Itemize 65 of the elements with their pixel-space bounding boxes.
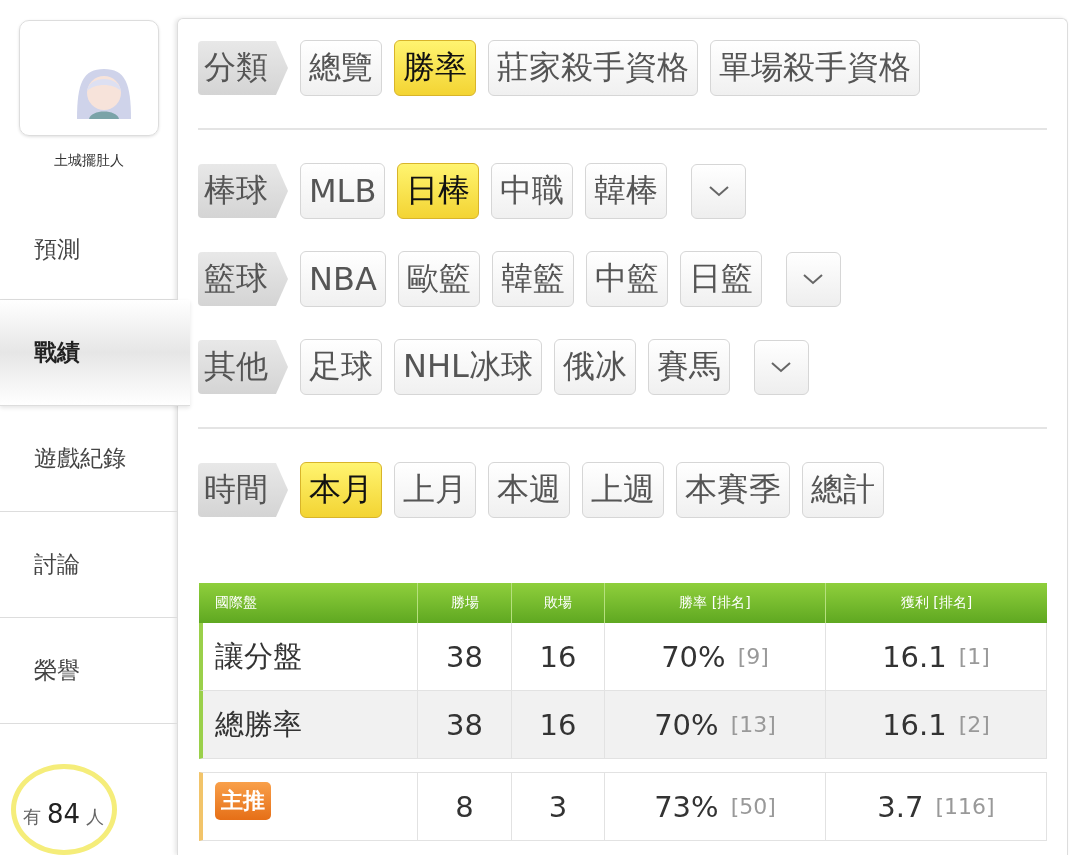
filter-chip[interactable]: 上週 (582, 462, 664, 518)
win-rate: 70% (654, 707, 719, 742)
chevron-down-icon (802, 273, 825, 285)
rank-text: [116] (935, 794, 995, 819)
profit-value: 16.1 (882, 639, 947, 674)
nav-item[interactable]: 討論 (0, 511, 177, 618)
filter-label: 分類 (198, 41, 288, 95)
filter-chip[interactable]: 本月 (300, 462, 382, 518)
nav-item[interactable]: 預測 (0, 199, 177, 300)
filter-chip[interactable]: 賽馬 (647, 339, 730, 395)
counter-value: 84 (46, 798, 81, 829)
filter-label: 棒球 (198, 164, 288, 218)
row-label: 總勝率 (215, 705, 302, 743)
filter-chip[interactable]: 歐籃 (397, 251, 480, 307)
nav-item[interactable]: 戰績 (0, 299, 190, 406)
filter-chip[interactable]: 莊家殺手資格 (488, 40, 698, 96)
rank-text: [50] (730, 794, 776, 819)
featured-badge: 主推 (215, 781, 271, 820)
filter-label: 籃球 (198, 252, 288, 306)
dropdown-button[interactable] (753, 339, 809, 395)
filter-chip[interactable]: 日棒 (397, 163, 480, 219)
dropdown-button[interactable] (691, 163, 747, 219)
table-cell: 3 (548, 789, 568, 824)
filter-chip[interactable]: 韓籃 (491, 251, 574, 307)
table-cell: 16 (539, 707, 577, 742)
column-header: 國際盤 (214, 593, 258, 612)
filter-chip[interactable]: 上月 (394, 462, 476, 518)
nav-item[interactable]: 遊戲紀錄 (0, 405, 177, 512)
filter-chip[interactable]: 足球 (300, 339, 382, 395)
table-cell: 38 (446, 639, 483, 674)
counter-prefix: 有 (22, 804, 41, 829)
filter-chip[interactable]: 中職 (491, 163, 574, 219)
filter-chip[interactable]: 總計 (802, 462, 884, 518)
user-name: 土城擺肚人 (53, 151, 124, 170)
filter-chip[interactable]: 勝率 (394, 40, 476, 96)
filter-chip[interactable]: 本週 (488, 462, 570, 518)
table-cell: 38 (446, 707, 483, 742)
filter-chip[interactable]: 日籃 (679, 251, 762, 307)
row-label: 讓分盤 (215, 637, 302, 675)
nav-item[interactable]: 榮譽 (0, 617, 177, 724)
filter-chip[interactable]: 單場殺手資格 (710, 40, 920, 96)
table-cell: 8 (455, 789, 474, 824)
filter-label: 其他 (198, 340, 288, 394)
win-rate: 70% (661, 639, 726, 674)
rank-text: [2] (958, 712, 990, 737)
win-rate: 73% (654, 789, 719, 824)
profit-value: 3.7 (877, 789, 924, 824)
rank-text: [9] (737, 644, 769, 669)
filter-chip[interactable]: 韓棒 (585, 163, 668, 219)
counter-suffix: 人 (86, 804, 105, 829)
table-cell: 16 (539, 639, 577, 674)
filter-chip[interactable]: 俄冰 (553, 339, 636, 395)
filter-chip[interactable]: 本賽季 (676, 462, 790, 518)
filter-label: 時間 (198, 463, 288, 517)
dropdown-button[interactable] (785, 251, 841, 307)
filter-chip[interactable]: NHL冰球 (394, 339, 542, 395)
filter-chip[interactable]: 中籃 (585, 251, 668, 307)
chevron-down-icon (770, 361, 793, 373)
filter-chip[interactable]: MLB (300, 163, 386, 219)
rank-text: [1] (958, 644, 990, 669)
rank-text: [13] (730, 712, 776, 737)
chevron-down-icon (707, 185, 730, 197)
filter-chip[interactable]: NBA (300, 251, 386, 307)
filter-chip[interactable]: 總覽 (300, 40, 382, 96)
profit-value: 16.1 (882, 707, 947, 742)
